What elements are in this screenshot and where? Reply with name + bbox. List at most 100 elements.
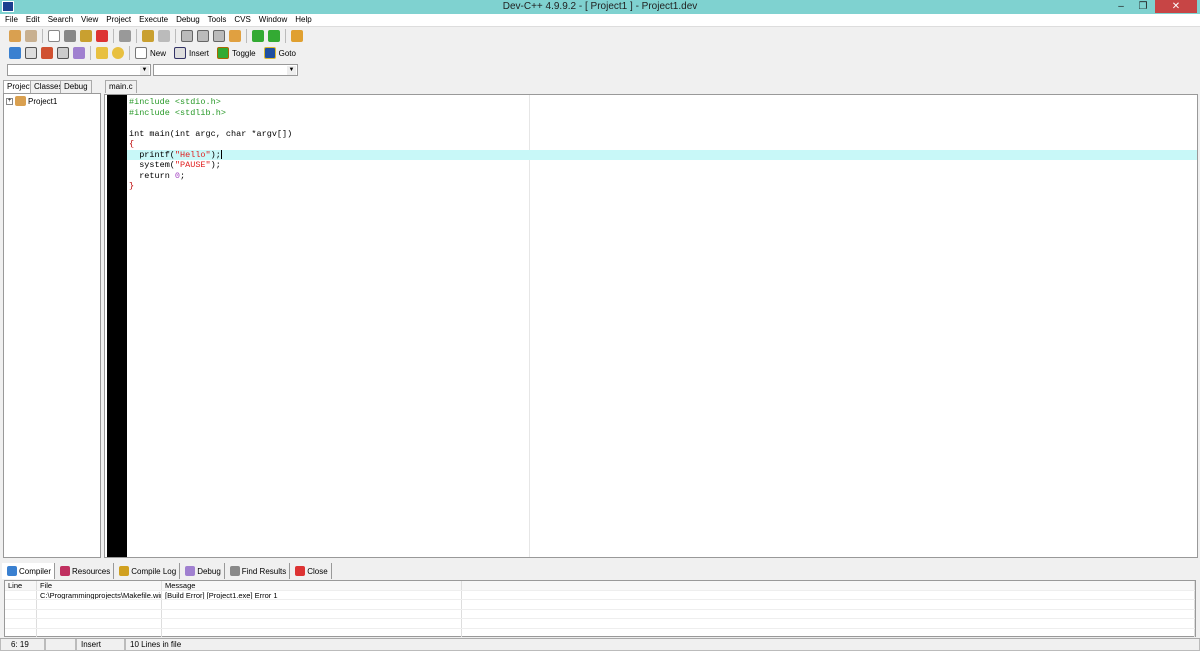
about-icon[interactable] (112, 47, 124, 59)
code-token: printf( (129, 149, 175, 160)
tab-debug[interactable]: Debug (180, 563, 225, 579)
compile-icon[interactable] (9, 47, 21, 59)
code-line: { (129, 139, 292, 150)
code-token: system( (129, 160, 175, 170)
table-cell (462, 628, 1195, 637)
insert-icon (174, 47, 187, 59)
print-icon[interactable] (119, 30, 131, 42)
close-icon (295, 566, 306, 576)
tab-resources[interactable]: Resources (55, 563, 115, 579)
tab-label: Debug (197, 566, 221, 576)
replace-icon[interactable] (197, 30, 209, 42)
table-cell (162, 609, 462, 618)
class-dropdown[interactable]: ▼ (7, 64, 151, 76)
compile-log-icon (119, 566, 130, 576)
secondary-toolbar: New Insert Toggle Goto (0, 45, 305, 61)
run-icon[interactable] (25, 47, 37, 59)
menu-file[interactable]: File (4, 14, 22, 26)
tab-label: Close (307, 566, 328, 576)
open-project-icon[interactable] (9, 30, 21, 42)
toggle-label: Toggle (232, 48, 256, 58)
add-to-project-icon[interactable] (252, 30, 264, 42)
menu-debug[interactable]: Debug (175, 14, 204, 26)
rebuild-icon[interactable] (57, 47, 69, 59)
menu-tools[interactable]: Tools (207, 14, 231, 26)
menu-search[interactable]: Search (47, 14, 77, 26)
table-row[interactable] (5, 600, 1195, 610)
new-bookmark-button[interactable]: New (133, 47, 166, 59)
menu-project[interactable]: Project (105, 14, 135, 26)
right-margin-line (529, 95, 530, 557)
tab-compile-log[interactable]: Compile Log (114, 563, 181, 579)
redo-icon[interactable] (158, 30, 170, 42)
tree-item-project1[interactable]: + Project1 (4, 94, 100, 108)
find-icon[interactable] (181, 30, 193, 42)
code-token: int main(int argc, char *argv[]) (129, 128, 293, 139)
table-body: C:\Programmingprojects\Makefile.win [Buil… (5, 590, 1195, 638)
save-all-icon[interactable] (80, 30, 92, 42)
close-file-icon[interactable] (96, 30, 108, 42)
close-project-icon[interactable] (25, 30, 37, 42)
tab-close[interactable]: Close (290, 563, 332, 579)
code-token: { (129, 139, 135, 149)
tab-compiler[interactable]: Compiler (2, 563, 56, 579)
table-row[interactable] (5, 628, 1195, 638)
menu-execute[interactable]: Execute (138, 14, 172, 26)
menu-edit[interactable]: Edit (25, 14, 44, 26)
code-token: ); (210, 160, 221, 170)
minimize-button[interactable]: – (1110, 0, 1132, 13)
member-dropdown[interactable]: ▼ (153, 64, 298, 76)
tab-find-results[interactable]: Find Results (225, 563, 291, 579)
code-line: #include <stdlib.h> (129, 108, 292, 119)
insert-button[interactable]: Insert (172, 47, 209, 59)
close-button[interactable]: ✕ (1155, 0, 1197, 13)
table-cell (162, 619, 462, 628)
goto-line-icon[interactable] (229, 30, 241, 42)
table-cell (5, 609, 37, 618)
table-cell (462, 609, 1195, 618)
expand-icon[interactable]: + (6, 97, 13, 105)
table-row[interactable]: C:\Programmingprojects\Makefile.win [Buil… (5, 590, 1195, 600)
resources-icon (60, 566, 71, 576)
table-row[interactable] (5, 619, 1195, 629)
code-line: printf("Hello"); (129, 150, 292, 161)
title-bar: Dev-C++ 4.9.9.2 - [ Project1 ] - Project… (0, 0, 1200, 14)
new-file-icon[interactable] (48, 30, 60, 42)
table-cell (5, 590, 37, 599)
compile-run-icon[interactable] (41, 47, 53, 59)
toggle-button[interactable]: Toggle (215, 47, 256, 59)
header-line[interactable]: Line (5, 581, 37, 590)
save-icon[interactable] (64, 30, 76, 42)
table-cell (37, 619, 162, 628)
header-file[interactable]: File (37, 581, 162, 590)
restore-button[interactable]: ❐ (1132, 0, 1154, 13)
chevron-down-icon: ▼ (287, 66, 296, 75)
tab-main-c[interactable]: main.c (105, 80, 137, 93)
goto-button[interactable]: Goto (262, 47, 296, 59)
tab-label: Compiler (19, 566, 52, 576)
header-message[interactable]: Message (162, 581, 462, 590)
code-text[interactable]: #include <stdio.h> #include <stdlib.h> int… (129, 97, 292, 192)
find-next-icon[interactable] (213, 30, 225, 42)
code-line: return 0; (129, 171, 292, 182)
menu-window[interactable]: Window (258, 14, 291, 26)
table-row[interactable] (5, 609, 1195, 619)
menu-help[interactable]: Help (294, 14, 315, 26)
code-line: system("PAUSE"); (129, 160, 292, 171)
tab-debug[interactable]: Debug (60, 80, 92, 93)
undo-icon[interactable] (142, 30, 154, 42)
project-options-icon[interactable] (291, 30, 303, 42)
toggle-icon (217, 47, 230, 59)
code-editor[interactable]: #include <stdio.h> #include <stdlib.h> int… (104, 94, 1198, 558)
bottom-tabs: Compiler Resources Compile Log Debug Find Re… (2, 563, 332, 579)
menu-cvs[interactable]: CVS (233, 14, 254, 26)
help-icon[interactable] (96, 47, 108, 59)
code-line: } (129, 181, 292, 192)
debug-check-icon[interactable] (73, 47, 85, 59)
menu-view[interactable]: View (80, 14, 102, 26)
insert-mode: Insert (76, 639, 125, 651)
remove-from-project-icon[interactable] (268, 30, 280, 42)
text-caret (220, 149, 222, 159)
tree-item-label: Project1 (28, 96, 58, 106)
table-cell: [Build Error] [Project1.exe] Error 1 (162, 590, 462, 599)
